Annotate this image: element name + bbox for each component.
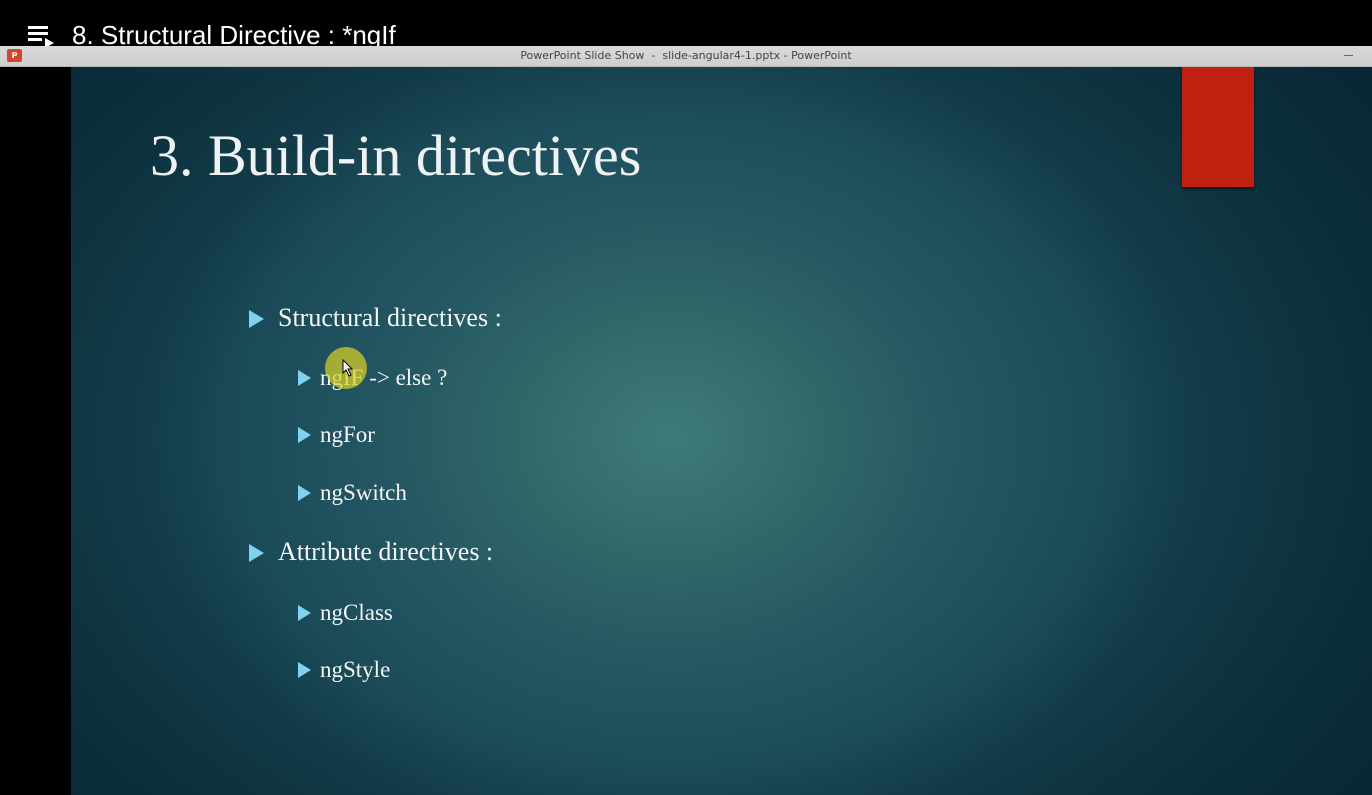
powerpoint-title-bar: P PowerPoint Slide Show - slide-angular4… [0, 46, 1372, 67]
letterbox-bar [0, 67, 71, 795]
bullet-arrow-icon [249, 310, 264, 328]
bullet-arrow-icon [298, 370, 311, 386]
bullet-structural-directives: Structural directives : [278, 303, 502, 332]
bullet-item-ngfor: ngFor [320, 422, 375, 447]
bullet-item-ngswitch: ngSwitch [320, 480, 407, 505]
video-header: 8. Structural Directive : *ngIf [0, 0, 1372, 50]
minimize-button[interactable] [1326, 46, 1372, 66]
bullet-arrow-icon [298, 605, 311, 621]
window-title: PowerPoint Slide Show - slide-angular4-1… [520, 49, 852, 62]
bullet-arrow-icon [298, 662, 311, 678]
slide: 3. Build-in directives Structural direct… [71, 67, 1372, 795]
minimize-icon [1344, 55, 1353, 56]
bullet-item-ngstyle: ngStyle [320, 657, 391, 682]
mouse-pointer-icon [342, 359, 354, 377]
red-accent-tab [1182, 67, 1254, 187]
bullet-arrow-icon [298, 485, 311, 501]
playlist-icon[interactable] [28, 26, 54, 48]
bullet-arrow-icon [298, 427, 311, 443]
bullet-arrow-icon [249, 544, 264, 562]
slide-title: 3. Build-in directives [150, 123, 642, 188]
bullet-attribute-directives: Attribute directives : [278, 537, 494, 566]
bullet-item-ngclass: ngClass [320, 600, 393, 625]
